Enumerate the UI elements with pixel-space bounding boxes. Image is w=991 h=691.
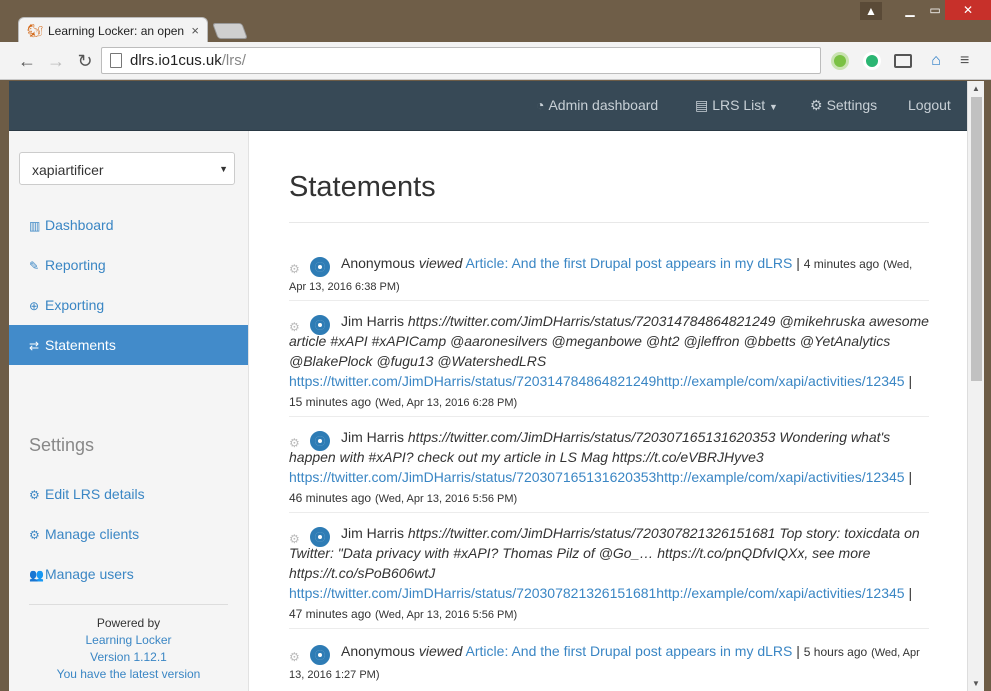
dashboard-icon: ◔ <box>536 97 545 113</box>
sidebar-item-dashboard[interactable]: ▥ Dashboard <box>9 205 248 245</box>
statement-object-link[interactable]: Article: And the first Drupal post appea… <box>466 643 793 659</box>
nav-admin-dashboard[interactable]: ◔ Admin dashboard <box>536 97 658 113</box>
latest-version-link[interactable]: You have the latest version <box>29 666 228 683</box>
statement-object-link[interactable]: https://twitter.com/JimDHarris/status/72… <box>289 373 905 389</box>
nav-settings[interactable]: ⚙ Settings <box>810 97 877 114</box>
gear-icon[interactable]: ⚙ <box>289 433 300 453</box>
page-icon <box>110 53 122 68</box>
scroll-up-icon[interactable]: ▲ <box>972 84 980 93</box>
statement-row: ⚙ Jim Harris https://twitter.com/JimDHar… <box>289 427 929 513</box>
statement-object-link[interactable]: https://twitter.com/JimDHarris/status/72… <box>289 469 905 485</box>
close-window-icon[interactable]: ✕ <box>945 0 991 20</box>
extension-green-icon[interactable] <box>831 52 849 70</box>
power-logo-icon <box>310 527 330 547</box>
cogs-icon: ⚙ <box>29 528 40 542</box>
download-icon: ⊕ <box>29 299 40 313</box>
gear-icon[interactable]: ⚙ <box>289 317 300 337</box>
divider <box>289 222 929 223</box>
window-frame <box>984 81 991 691</box>
exchange-icon: ⇄ <box>29 339 40 353</box>
sidebar-item-edit-lrs[interactable]: ⚙ Edit LRS details <box>9 474 248 514</box>
top-navbar: ◔ Admin dashboard ▤ LRS List ▼ ⚙ Settings L… <box>9 81 967 131</box>
tab-title: Learning Locker: an open <box>48 23 185 38</box>
sidebar-item-statements[interactable]: ⇄ Statements <box>9 325 248 365</box>
settings-heading: Settings <box>29 435 95 455</box>
tab-close-icon[interactable]: × <box>191 23 199 38</box>
statement-row: ⚙ Jim Harris https://twitter.com/JimDHar… <box>289 311 929 417</box>
gear-icon[interactable]: ⚙ <box>289 647 300 667</box>
sidebar-item-manage-users[interactable]: 👥Manage users <box>9 554 248 594</box>
gear-icon[interactable]: ⚙ <box>289 259 300 279</box>
statement-object-link[interactable]: https://twitter.com/JimDHarris/status/72… <box>289 585 905 601</box>
menu-icon[interactable]: ≡ <box>960 52 976 70</box>
back-icon[interactable]: ← <box>16 51 38 71</box>
powered-by: Powered by Learning Locker Version 1.12.… <box>29 604 228 683</box>
lrs-select[interactable]: xapiartificer ▼ <box>19 152 235 185</box>
statement-row: ⚙ Anonymous viewed Article: And the firs… <box>289 253 929 301</box>
browser-toolbar: ← → ↻ dlrs.io1cus.uk /lrs/ ⌂ ≡ <box>0 42 991 80</box>
bar-chart-icon: ▥ <box>29 219 41 233</box>
page-content: ◔ Admin dashboard ▤ LRS List ▼ ⚙ Settings L… <box>9 81 967 691</box>
sidebar: xapiartificer ▼ ▥ Dashboard ✎ Reporting ⊕ E… <box>9 131 249 691</box>
url-host: dlrs.io1cus.uk <box>130 52 222 69</box>
caret-down-icon: ▼ <box>769 102 778 112</box>
gear-icon[interactable]: ⚙ <box>289 529 300 549</box>
list-icon: ▤ <box>695 97 709 113</box>
maximize-icon[interactable]: ▭ <box>925 0 945 20</box>
product-link[interactable]: Learning Locker <box>29 632 228 649</box>
extension-a-icon[interactable] <box>863 52 881 70</box>
power-logo-icon <box>310 645 330 665</box>
users-icon: 👥 <box>29 568 44 582</box>
vertical-scrollbar[interactable]: ▲ ▼ <box>967 81 984 691</box>
scroll-down-icon[interactable]: ▼ <box>972 679 980 688</box>
page-title: Statements <box>289 171 436 203</box>
squirrel-favicon-icon: 🐿 <box>27 22 44 38</box>
statement-row: ⚙ Jim Harris https://twitter.com/JimDHar… <box>289 523 929 629</box>
sidebar-item-manage-clients[interactable]: ⚙ Manage clients <box>9 514 248 554</box>
nav-lrs-list[interactable]: ▤ LRS List ▼ <box>695 97 778 114</box>
scrollbar-thumb[interactable] <box>971 97 982 381</box>
browser-window: 🐿 Learning Locker: an open × ▲ ▁ ▭ ✕ ← →… <box>0 0 991 691</box>
pencil-icon: ✎ <box>29 259 40 273</box>
url-path: /lrs/ <box>221 52 246 69</box>
address-bar[interactable]: dlrs.io1cus.uk /lrs/ <box>101 47 821 74</box>
new-tab-button[interactable] <box>212 23 248 39</box>
minimize-icon[interactable]: ▁ <box>895 0 925 20</box>
forward-icon[interactable]: → <box>45 51 67 71</box>
power-logo-icon <box>310 315 330 335</box>
statement-row: ⚙ Anonymous viewed Article: And the firs… <box>289 643 920 681</box>
cast-icon[interactable] <box>894 54 912 68</box>
cog-icon: ⚙ <box>29 488 40 502</box>
reload-icon[interactable]: ↻ <box>74 51 96 71</box>
title-bar: 🐿 Learning Locker: an open × ▲ ▁ ▭ ✕ <box>0 0 991 43</box>
statement-object-link[interactable]: Article: And the first Drupal post appea… <box>466 255 793 271</box>
sidebar-item-reporting[interactable]: ✎ Reporting <box>9 245 248 285</box>
power-logo-icon <box>310 431 330 451</box>
power-logo-icon <box>310 257 330 277</box>
gear-icon: ⚙ <box>810 97 823 113</box>
version-link[interactable]: Version 1.12.1 <box>29 649 228 666</box>
select-caret-icon: ▼ <box>219 164 228 174</box>
user-icon[interactable]: ▲ <box>860 2 882 20</box>
browser-tab[interactable]: 🐿 Learning Locker: an open × <box>18 17 208 43</box>
nav-logout[interactable]: Logout <box>908 97 951 113</box>
sidebar-item-exporting[interactable]: ⊕ Exporting <box>9 285 248 325</box>
home-eye-icon[interactable]: ⌂ <box>926 52 946 70</box>
